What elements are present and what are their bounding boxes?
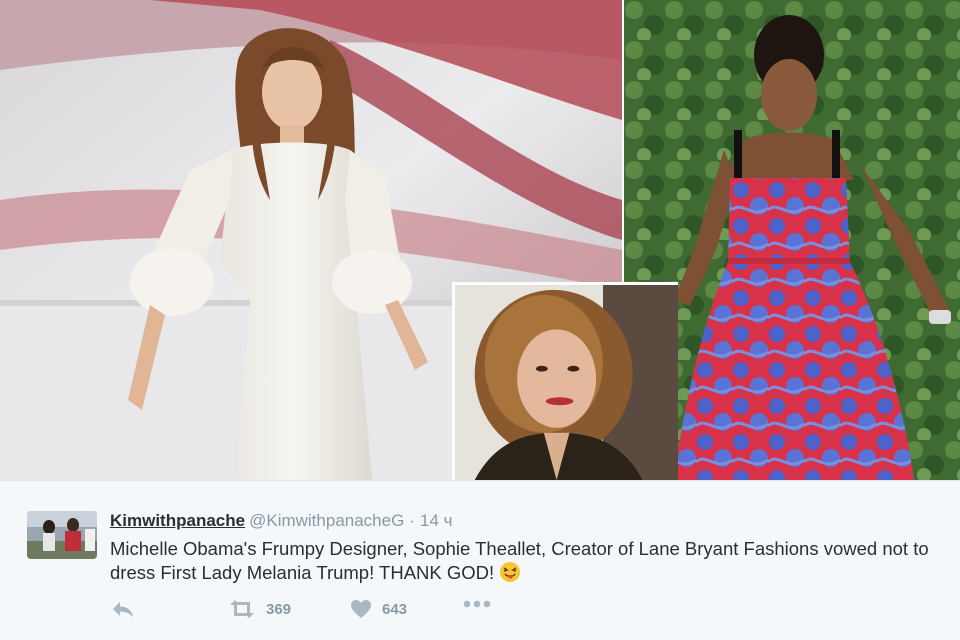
reply-button[interactable] (110, 599, 136, 619)
photo-collage (0, 0, 960, 480)
tweet-actions: 369 643 (110, 599, 510, 623)
photo-inset-portrait[interactable] (452, 282, 678, 480)
retweet-button[interactable]: 369 (228, 599, 291, 619)
user-handle[interactable]: @KimwithpanacheG (249, 511, 404, 530)
tweet-text: Michelle Obama's Frumpy Designer, Sophie… (110, 537, 940, 585)
retweet-count: 369 (266, 600, 292, 618)
photo-inset-portrait-image (455, 285, 678, 480)
like-count: 643 (382, 600, 408, 618)
display-name[interactable]: Kimwithpanache (110, 511, 245, 530)
face-with-tongue-icon (500, 562, 521, 582)
separator-dot: · (409, 511, 415, 530)
tweet-header: Kimwithpanache @KimwithpanacheG · 14 ч (110, 511, 452, 531)
heart-icon (351, 600, 371, 618)
retweet-icon (230, 600, 254, 618)
tweet: Kimwithpanache @KimwithpanacheG · 14 ч Mich… (0, 480, 960, 640)
avatar[interactable] (27, 511, 97, 559)
more-button[interactable] (462, 599, 492, 609)
reply-icon (113, 602, 133, 617)
tweet-timestamp[interactable]: 14 ч (420, 511, 453, 530)
more-dots-icon (463, 600, 491, 608)
avatar-image (27, 511, 97, 559)
like-button[interactable]: 643 (350, 599, 407, 619)
